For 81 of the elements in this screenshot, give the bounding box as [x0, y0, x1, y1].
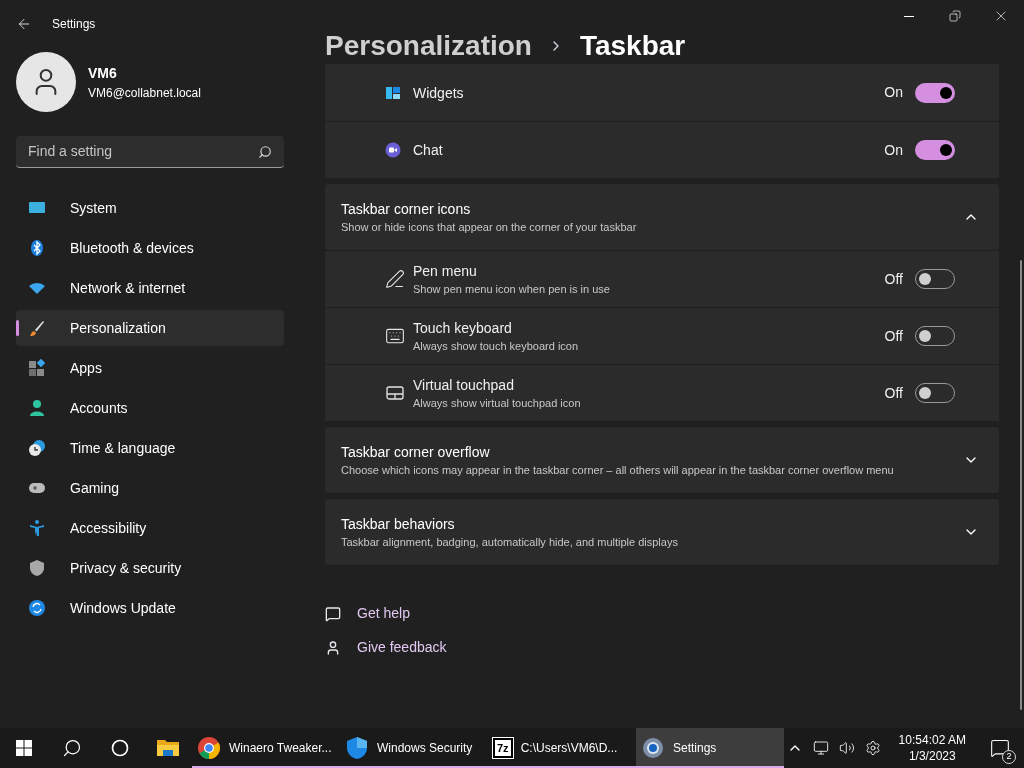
section-description: Choose which icons may appear in the taskbar corner – all others will appear in the taskbar corner overflow menu	[341, 463, 895, 478]
restore-icon	[949, 10, 961, 22]
toggle-state: Off	[884, 383, 903, 403]
search-icon	[258, 144, 272, 159]
setting-label: Pen menu	[413, 262, 478, 281]
user-name: VM6	[88, 63, 118, 83]
clock[interactable]: 10:54:02 AM 1/3/2023	[890, 732, 974, 764]
help-link[interactable]: Get help	[357, 603, 410, 624]
nav-item[interactable]: Accessibility	[16, 510, 284, 546]
nav-item[interactable]: Bluetooth & devices	[16, 230, 284, 266]
setting-label: Chat	[413, 141, 444, 160]
user-email: VM6@collabnet.local	[88, 84, 201, 102]
window-title: Settings	[52, 16, 96, 33]
apps-icon	[28, 359, 46, 377]
feedback-icon	[325, 639, 341, 656]
section-title: Taskbar corner icons	[341, 200, 472, 219]
section-title: Taskbar behaviors	[341, 515, 456, 534]
folder-icon	[156, 738, 180, 758]
pen-icon	[385, 269, 405, 289]
bluetooth-icon	[28, 239, 46, 257]
chat-icon	[385, 142, 401, 158]
nav-item[interactable]: Personalization	[16, 310, 284, 346]
setting-description: Show pen menu icon when pen is in use	[413, 282, 611, 297]
section-title: Taskbar corner overflow	[341, 443, 491, 462]
person-icon	[28, 399, 46, 417]
setting-description: Always show virtual touchpad icon	[413, 396, 582, 411]
update-icon	[28, 599, 46, 617]
volume-icon[interactable]	[838, 740, 855, 756]
shield-icon	[345, 736, 369, 760]
toggle-state: On	[884, 140, 903, 160]
nav-item[interactable]: Accounts	[16, 390, 284, 426]
toggle-switch[interactable]	[915, 82, 955, 103]
clock-globe-icon	[28, 439, 46, 457]
nav-item[interactable]: Network & internet	[16, 270, 284, 306]
keyboard-icon	[385, 326, 405, 346]
section-header[interactable]: Taskbar corner overflow Choose which icons may appear in the taskbar corner – all others will appear in the taskbar corner overflow menu	[325, 427, 999, 493]
nav-item[interactable]: Apps	[16, 350, 284, 386]
accessibility-icon	[28, 519, 46, 537]
nav-item[interactable]: Time & language	[16, 430, 284, 466]
page-title: Taskbar	[579, 29, 686, 63]
section-header[interactable]: Taskbar behaviors Taskbar alignment, badging, automatically hide, and multiple displays	[325, 499, 999, 565]
taskbar-item[interactable]: Windows Security	[340, 728, 488, 768]
nav-item[interactable]: Gaming	[16, 470, 284, 506]
search-icon	[62, 738, 82, 758]
archive-app-icon: 7z	[493, 738, 513, 758]
network-icon[interactable]	[812, 740, 829, 756]
toggle-switch[interactable]	[915, 140, 955, 160]
gear-icon[interactable]	[864, 740, 881, 756]
widgets-icon	[385, 84, 401, 101]
taskbar-item[interactable]: 7z C:\Users\VM6\D...	[488, 728, 636, 768]
setting-label: Touch keyboard	[413, 319, 513, 338]
shield-icon	[28, 559, 46, 577]
section-description: Show or hide icons that appear on the corner of your taskbar	[341, 220, 638, 235]
circle-icon	[111, 739, 129, 757]
notification-count: 2	[1002, 750, 1016, 764]
windows-logo-icon	[16, 740, 32, 756]
minimize-icon	[904, 15, 914, 17]
help-icon	[325, 605, 341, 622]
setting-label: Widgets	[413, 83, 465, 103]
nav-item[interactable]: Privacy & security	[16, 550, 284, 586]
notification-icon[interactable]	[990, 738, 1010, 758]
section-description: Taskbar alignment, badging, automatically hide, and multiple displays	[341, 535, 679, 550]
nav-item[interactable]: System	[16, 190, 284, 226]
help-link[interactable]: Give feedback	[357, 637, 447, 658]
toggle-state: Off	[884, 326, 903, 346]
toggle-state: Off	[884, 269, 903, 289]
brush-icon	[28, 319, 46, 337]
toggle-state: On	[884, 83, 903, 102]
setting-description: Always show touch keyboard icon	[413, 339, 580, 354]
scrollbar[interactable]	[1020, 260, 1022, 710]
touchpad-icon	[385, 383, 405, 403]
breadcrumb-parent[interactable]: Personalization	[325, 26, 532, 66]
gear-icon	[641, 736, 665, 760]
taskbar-item[interactable]: Settings	[636, 728, 784, 768]
back-icon[interactable]	[16, 16, 32, 32]
search-field[interactable]: Find a setting	[16, 136, 284, 168]
section-header[interactable]: Taskbar corner icons Show or hide icons that appear on the corner of your taskbar	[325, 184, 999, 250]
taskbar-item[interactable]: Winaero Tweaker...	[192, 728, 340, 768]
chrome-icon	[197, 736, 221, 760]
nav-item[interactable]: Windows Update	[16, 590, 284, 626]
setting-label: Virtual touchpad	[413, 376, 515, 395]
